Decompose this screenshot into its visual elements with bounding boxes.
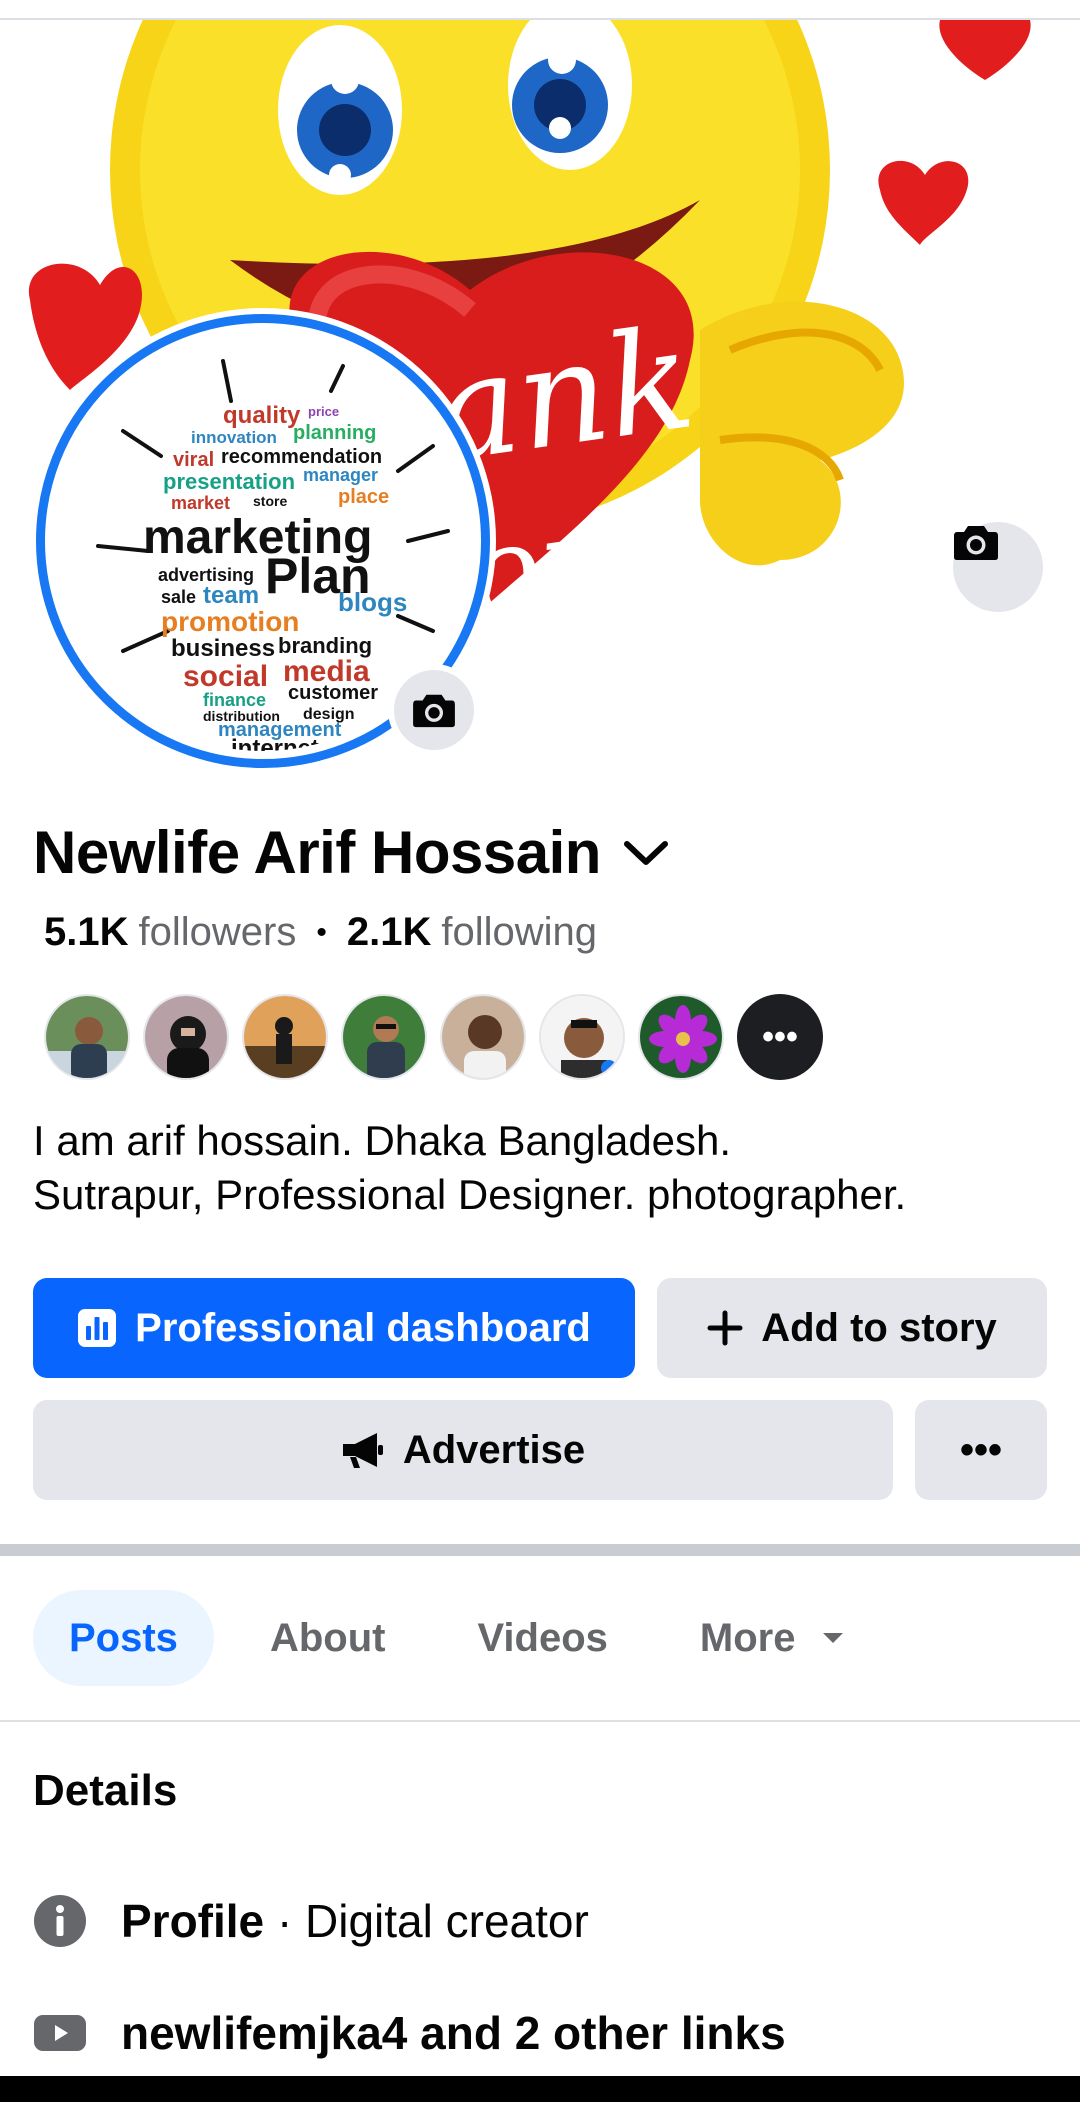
follower-avatar[interactable] [143,994,229,1080]
tab-label: More [699,1615,796,1660]
followers-count: 5.1K [44,910,129,954]
svg-text:presentation: presentation [163,469,295,494]
camera-icon [954,526,998,560]
following-count: 2.1K [346,910,432,954]
detail-row-links[interactable]: newlifemjka4 and 2 other links [33,2006,786,2060]
svg-text:viral: viral [173,449,214,471]
following-link[interactable]: 2.1K following [347,910,597,955]
tab-label: Posts [69,1615,178,1660]
profile-name-row[interactable]: Newlife Arif Hossain [33,818,669,887]
megaphone-icon [342,1433,383,1468]
follower-avatar[interactable] [440,994,526,1080]
tab-more[interactable]: More [664,1590,882,1686]
detail-profile-label: Profile [121,1895,265,1947]
detail-profile-value: · Digital creator [276,1895,589,1947]
more-options-icon: ••• [959,1427,1002,1472]
caret-down-icon [823,1633,844,1643]
svg-text:place: place [338,486,389,508]
bio-line: I am arif hossain. Dhaka Bangladesh. [33,1117,732,1164]
follower-avatars: ••• [44,994,823,1080]
advertise-label: Advertise [402,1427,586,1472]
professional-dashboard-label: Professional dashboard [135,1305,591,1350]
svg-text:blogs: blogs [338,587,407,617]
svg-text:finance: finance [203,690,266,710]
svg-text:customer: customer [288,682,378,704]
info-icon [34,1895,86,1947]
detail-row-profile[interactable]: Profile · Digital creator [33,1894,589,1948]
tab-label: About [269,1615,386,1660]
camera-icon [413,694,455,728]
svg-text:social: social [183,660,268,693]
more-options-button[interactable]: ••• [915,1400,1047,1500]
tabs-divider [0,1720,1080,1722]
follower-avatar[interactable] [638,994,724,1080]
more-followers-button[interactable]: ••• [737,994,823,1080]
youtube-icon [34,2015,86,2051]
tab-label: Videos [477,1615,608,1660]
svg-text:manager: manager [303,465,378,485]
svg-text:market: market [171,493,230,513]
svg-text:planning: planning [293,422,376,444]
avatar-camera-button[interactable] [388,664,480,756]
svg-text:price: price [308,404,339,419]
detail-links-text: newlifemjka4 and 2 other links [121,2007,786,2059]
follower-avatar[interactable] [341,994,427,1080]
svg-text:sale: sale [161,587,196,607]
bar-chart-icon [78,1309,117,1347]
plus-icon [707,1310,743,1346]
section-divider [0,1544,1080,1556]
svg-text:quality: quality [223,402,301,429]
follower-avatar[interactable] [539,994,625,1080]
svg-text:internet: internet [231,735,319,751]
follow-stats: 5.1K followers • 2.1K following [44,910,597,955]
followers-link[interactable]: 5.1K followers [44,910,296,955]
following-label: following [441,910,598,954]
advertise-button[interactable]: Advertise [33,1400,893,1500]
followers-label: followers [138,910,297,954]
details-heading: Details [33,1766,178,1815]
profile-bio: I am arif hossain. Dhaka Bangladesh. Sut… [33,1114,1043,1222]
add-to-story-label: Add to story [761,1305,997,1350]
follower-avatar[interactable] [44,994,130,1080]
add-to-story-button[interactable]: Add to story [657,1278,1047,1378]
cover-camera-button[interactable] [953,522,1043,612]
separator-dot: • [316,915,327,949]
svg-text:team: team [203,582,259,609]
profile-name: Newlife Arif Hossain [33,819,601,886]
tab-about[interactable]: About [234,1590,422,1686]
svg-text:innovation: innovation [191,428,277,447]
bio-line: Sutrapur, Professional Designer. photogr… [33,1171,907,1218]
follower-avatar[interactable] [242,994,328,1080]
chevron-down-icon[interactable] [623,838,669,868]
svg-text:business: business [171,635,275,662]
tab-videos[interactable]: Videos [441,1590,643,1686]
header-spacer [496,628,1080,748]
status-divider [0,0,1080,20]
professional-dashboard-button[interactable]: Professional dashboard [33,1278,635,1378]
profile-tabs: Posts About Videos More [33,1590,901,1686]
svg-text:store: store [253,493,287,509]
navigation-bar [0,2076,1080,2102]
tab-posts[interactable]: Posts [33,1590,214,1686]
